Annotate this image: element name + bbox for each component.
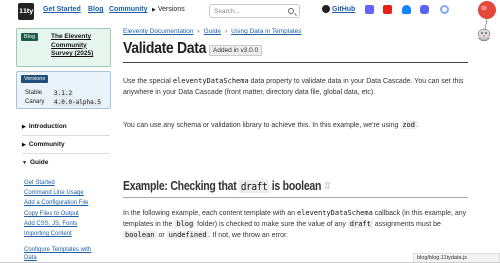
breadcrumb: Eleventy Documentation › Guide › Using Data …: [123, 28, 302, 35]
inline-code: zod: [400, 121, 417, 129]
inline-code: draft: [239, 180, 270, 193]
heading-divider: [123, 197, 468, 198]
breadcrumb-docs[interactable]: Eleventy Documentation: [123, 28, 193, 35]
versions-tag: Versions: [21, 75, 49, 83]
survey-link[interactable]: The Eleventy Community Survey (2025): [51, 33, 109, 59]
survey-banner[interactable]: Blog The Eleventy Community Survey (2025…: [16, 28, 111, 67]
opencollective-icon[interactable]: [440, 5, 449, 14]
discord-icon[interactable]: [420, 5, 429, 14]
search-icon: [288, 8, 294, 14]
github-icon: [322, 5, 330, 13]
bluesky-icon[interactable]: [402, 5, 411, 14]
github-link[interactable]: GitHub: [322, 5, 355, 13]
sidebar-item-get-started[interactable]: Get Started: [24, 179, 55, 187]
intro-paragraph: Use the special eleventyDataSchema data …: [123, 77, 464, 96]
blog-tag: Blog: [21, 33, 39, 41]
sidebar-item-copy-files[interactable]: Copy Files to Output: [24, 210, 79, 218]
sidebar-section-community[interactable]: ▶ Community: [22, 141, 65, 148]
sidebar-item-add-css-js-fonts[interactable]: Add CSS, JS, Fonts: [24, 220, 77, 228]
sidebar-item-configure-templates[interactable]: Configure Templates with: [24, 246, 91, 254]
youtube-icon[interactable]: [383, 5, 392, 14]
example-paragraph: In the following example, each content t…: [123, 209, 467, 239]
breadcrumb-separator: ›: [225, 28, 228, 35]
sidebar-item-importing-content[interactable]: Importing Content: [24, 230, 72, 238]
breadcrumb-guide[interactable]: Guide: [204, 28, 221, 35]
sidebar-section-guide[interactable]: ▼ Guide: [22, 159, 48, 166]
search-input[interactable]: Search...: [209, 4, 300, 18]
nav-community[interactable]: Community: [109, 6, 148, 13]
inline-code: boolean: [123, 231, 157, 239]
stable-version: 3.1.2: [53, 90, 74, 97]
section-heading: Example: Checking that draft is boolean #: [123, 179, 331, 193]
inline-code: eleventyDataSchema: [172, 77, 249, 85]
breadcrumb-using-data[interactable]: Using Data in Templates: [231, 28, 301, 35]
library-paragraph: You can use any schema or validation lib…: [123, 121, 419, 129]
sidebar-divider: [22, 153, 110, 154]
stable-label: Stable: [25, 90, 43, 96]
nav-get-started[interactable]: Get Started: [43, 6, 81, 13]
sidebar-section-introduction[interactable]: ▶ Introduction: [22, 123, 67, 130]
possum-balloon-mascot: [477, 1, 496, 42]
mastodon-icon[interactable]: [365, 5, 374, 14]
sidebar-item-configure-templates-data[interactable]: Data: [24, 254, 37, 262]
versions-box: Versions Stable 3.1.2 Canary 4.0.0-alpha…: [16, 71, 111, 109]
inline-code: undefined: [166, 231, 209, 239]
collapse-triangle-icon: ▼: [22, 160, 27, 166]
added-in-badge: Added in v3.0.0: [209, 45, 263, 56]
nav-blog[interactable]: Blog: [88, 6, 104, 13]
sidebar-item-add-configuration-file[interactable]: Add a Configuration File: [24, 199, 88, 207]
breadcrumb-separator: ›: [197, 28, 200, 35]
sidebar-item-command-line-usage[interactable]: Command Line Usage: [24, 189, 84, 197]
inline-code: blog: [174, 220, 196, 228]
sidebar-divider: [22, 135, 110, 136]
expand-triangle-icon: ▶: [22, 142, 26, 148]
disclosure-triangle-icon: ▶: [152, 7, 156, 13]
title-divider: [123, 62, 468, 63]
eleventy-logo[interactable]: 11ty: [18, 3, 34, 20]
top-navigation: 11ty Get Started Blog Community ▶ Version…: [0, 0, 500, 24]
inline-code: eleventyDataSchema: [296, 209, 373, 217]
canary-version: 4.0.0-alpha.5: [53, 99, 102, 106]
expand-triangle-icon: ▶: [22, 124, 26, 130]
anchor-link[interactable]: #: [325, 179, 331, 193]
canary-label: Canary: [25, 99, 45, 105]
page-title: Validate Data: [123, 40, 207, 57]
versions-menu[interactable]: ▶ Versions: [152, 6, 185, 13]
inline-code: draft: [347, 220, 373, 228]
